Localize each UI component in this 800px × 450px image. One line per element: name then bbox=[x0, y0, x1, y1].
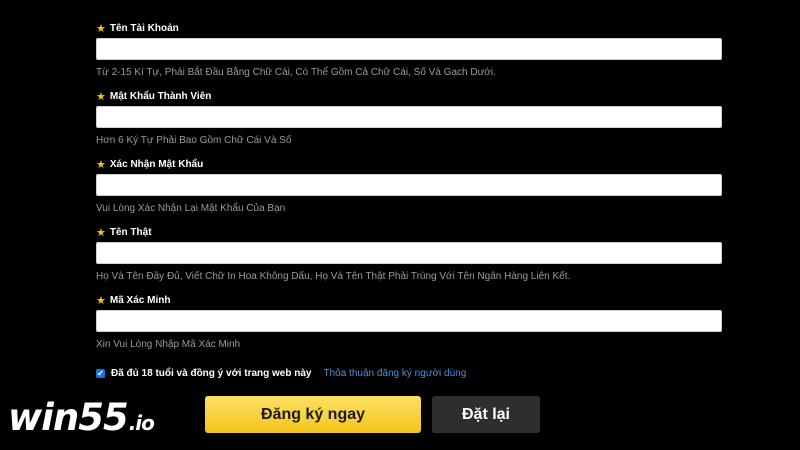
username-label: ★ Tên Tài Khoản bbox=[96, 22, 722, 36]
real-name-hint: Họ Và Tên Đầy Đủ, Viết Chữ In Hoa Không … bbox=[96, 271, 571, 282]
logo-main-text: win55 bbox=[8, 396, 129, 439]
confirm-password-label-text: Xác Nhận Mật Khẩu bbox=[109, 159, 204, 170]
password-input[interactable] bbox=[96, 106, 722, 128]
username-field-group: ★ Tên Tài Khoản Từ 2-15 Kí Tự, Phải Bắt … bbox=[96, 22, 722, 79]
verification-code-hint: Xin Vui Lòng Nhập Mã Xác Minh bbox=[96, 339, 241, 350]
verification-code-label-text: Mã Xác Minh bbox=[109, 295, 171, 306]
verification-code-input[interactable] bbox=[96, 310, 722, 332]
confirm-password-field-group: ★ Xác Nhận Mật Khẩu Vui Lòng Xác Nhận Lạ… bbox=[96, 158, 722, 215]
terms-link[interactable]: Thỏa thuận đăng ký người dùng bbox=[323, 368, 466, 379]
verification-code-label: ★ Mã Xác Minh bbox=[96, 294, 722, 308]
star-icon: ★ bbox=[96, 226, 106, 239]
logo-tld-text: .io bbox=[128, 411, 155, 435]
confirm-password-input[interactable] bbox=[96, 174, 722, 196]
password-label-text: Mật Khẩu Thành Viên bbox=[109, 91, 212, 102]
reset-button[interactable]: Đặt lại bbox=[432, 396, 540, 433]
real-name-label-text: Tên Thật bbox=[109, 227, 152, 238]
password-field-group: ★ Mật Khẩu Thành Viên Hơn 6 Ký Tự Phải B… bbox=[96, 90, 722, 147]
agree-checkbox[interactable]: ✔ bbox=[96, 369, 105, 378]
confirm-password-label: ★ Xác Nhận Mật Khẩu bbox=[96, 158, 722, 172]
username-input[interactable] bbox=[96, 38, 722, 60]
password-hint: Hơn 6 Ký Tự Phải Bao Gồm Chữ Cái Và Số bbox=[96, 135, 292, 146]
star-icon: ★ bbox=[96, 90, 106, 103]
real-name-input[interactable] bbox=[96, 242, 722, 264]
register-button[interactable]: Đăng ký ngay bbox=[205, 396, 421, 433]
username-label-text: Tên Tài Khoản bbox=[109, 23, 179, 34]
password-label: ★ Mật Khẩu Thành Viên bbox=[96, 90, 722, 104]
star-icon: ★ bbox=[96, 294, 106, 307]
star-icon: ★ bbox=[96, 158, 106, 171]
real-name-label: ★ Tên Thật bbox=[96, 226, 722, 240]
real-name-field-group: ★ Tên Thật Họ Và Tên Đầy Đủ, Viết Chữ In… bbox=[96, 226, 722, 283]
verification-code-field-group: ★ Mã Xác Minh Xin Vui Lòng Nhập Mã Xác M… bbox=[96, 294, 722, 351]
agree-text: Đã đủ 18 tuổi và đồng ý với trang web nà… bbox=[111, 368, 312, 379]
win55-logo: win55.io bbox=[8, 396, 155, 439]
confirm-password-hint: Vui Lòng Xác Nhận Lại Mật Khẩu Của Bạn bbox=[96, 203, 286, 214]
username-hint: Từ 2-15 Kí Tự, Phải Bắt Đầu Bằng Chữ Cái… bbox=[96, 67, 496, 78]
star-icon: ★ bbox=[96, 22, 106, 35]
agreement-row: ✔ Đã đủ 18 tuổi và đồng ý với trang web … bbox=[96, 368, 466, 379]
checkmark-icon: ✔ bbox=[97, 369, 104, 378]
